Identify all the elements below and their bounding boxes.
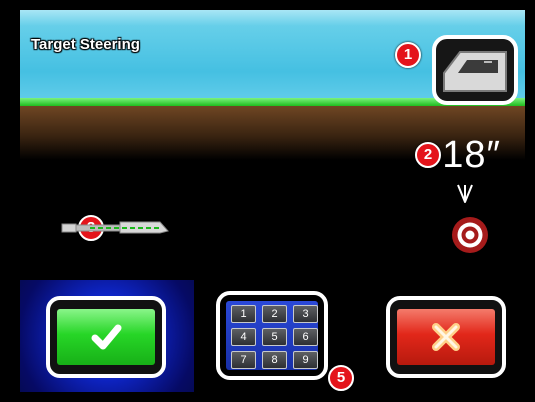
callout-badge-2: 2 [415, 142, 441, 168]
keypad-key-7: 7 [231, 351, 256, 369]
page-title: Target Steering [31, 36, 140, 53]
machine-mode-button[interactable] [432, 35, 518, 105]
callout-badge-1: 1 [395, 42, 421, 68]
chevron-down-icon [457, 184, 473, 203]
keypad-key-5: 5 [262, 328, 287, 346]
numeric-keypad-button[interactable]: 1 2 3 4 5 6 7 8 9 [216, 291, 328, 380]
callout-badge-5: 5 [328, 365, 354, 391]
confirm-button[interactable] [46, 296, 166, 378]
machine-mode-icon [443, 51, 507, 92]
keypad-key-9: 9 [293, 351, 318, 369]
distance-value: 18″ [442, 134, 501, 176]
keypad-key-6: 6 [293, 328, 318, 346]
target-icon [452, 217, 488, 253]
cancel-button-face [397, 309, 495, 365]
confirm-button-face [57, 309, 155, 365]
keypad-key-4: 4 [231, 328, 256, 346]
keypad-key-1: 1 [231, 305, 256, 323]
checkmark-icon [91, 324, 122, 350]
target-steering-screen: Target Steering 1 2 3 4 5 18″ [20, 10, 525, 392]
keypad-key-8: 8 [262, 351, 287, 369]
keypad-key-2: 2 [262, 305, 287, 323]
keypad-grid: 1 2 3 4 5 6 7 8 9 [226, 301, 318, 370]
implement-icon [61, 221, 169, 234]
cancel-button[interactable] [386, 296, 506, 378]
keypad-key-3: 3 [293, 305, 318, 323]
cross-icon [432, 323, 460, 351]
